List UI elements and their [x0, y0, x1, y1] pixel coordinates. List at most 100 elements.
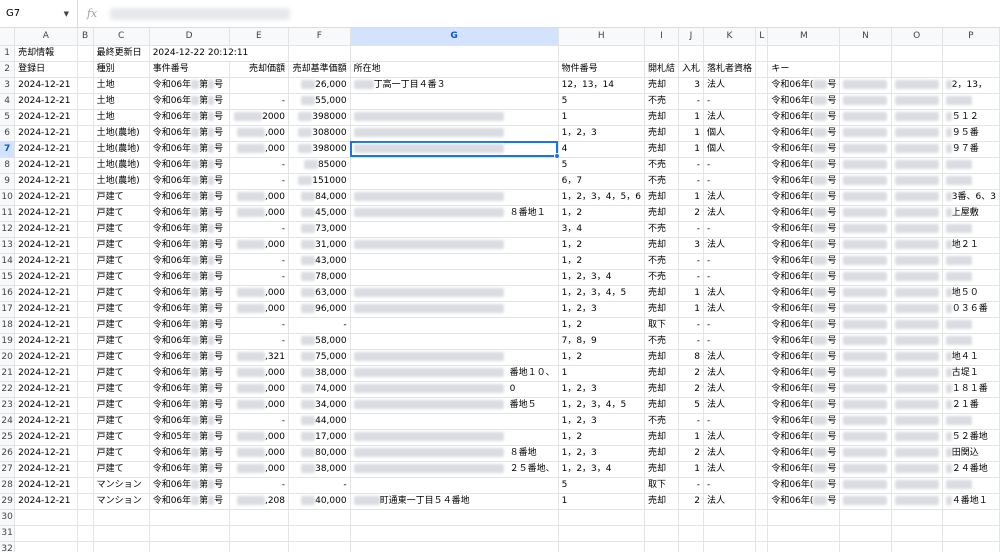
- row-header-7[interactable]: 7: [0, 141, 16, 158]
- cell-bidder-type[interactable]: 法人: [703, 365, 757, 382]
- cell-p[interactable]: [942, 173, 1000, 190]
- cell-case-number[interactable]: 令和06年第号: [149, 301, 230, 318]
- cell-item-number[interactable]: 1，2，3，4，5: [558, 397, 645, 414]
- cell[interactable]: [644, 45, 679, 62]
- cell[interactable]: [77, 509, 94, 526]
- cell-bids[interactable]: -: [678, 221, 705, 238]
- cell-bidder-type[interactable]: -: [703, 317, 757, 334]
- cell-type[interactable]: 戸建て: [93, 189, 150, 206]
- row-header-9[interactable]: 9: [0, 173, 16, 190]
- cell-location[interactable]: [350, 317, 559, 334]
- cell-bids[interactable]: 3: [678, 77, 705, 94]
- column-header-i[interactable]: I: [644, 28, 679, 46]
- cell[interactable]: [942, 45, 1000, 62]
- chevron-down-icon[interactable]: ▼: [64, 10, 69, 18]
- cell[interactable]: [891, 109, 943, 126]
- row-header-6[interactable]: 6: [0, 125, 16, 142]
- cell-sale-price[interactable]: 2000: [229, 109, 290, 126]
- row-header-31[interactable]: 31: [0, 525, 16, 542]
- cell[interactable]: [891, 45, 943, 62]
- row-header-19[interactable]: 19: [0, 333, 16, 350]
- cell-sale-price[interactable]: ,000: [229, 237, 290, 254]
- column-title[interactable]: 所在地: [350, 61, 559, 78]
- cell-key[interactable]: 令和06年(号: [767, 349, 841, 366]
- cell-bids[interactable]: -: [678, 253, 705, 270]
- cell-bids[interactable]: 3: [678, 237, 705, 254]
- cell[interactable]: [891, 285, 943, 302]
- cell-key[interactable]: 令和06年(号: [767, 477, 841, 494]
- cell-base-price[interactable]: 43,000: [288, 253, 351, 270]
- column-header-m[interactable]: M: [767, 28, 841, 46]
- cell-type[interactable]: 戸建て: [93, 381, 150, 398]
- cell-case-number[interactable]: 令和06年第号: [149, 221, 230, 238]
- cell-item-number[interactable]: 1，2: [558, 317, 645, 334]
- cell-location[interactable]: [350, 237, 559, 254]
- cell-p[interactable]: 古堤１: [942, 365, 1000, 382]
- cell[interactable]: [77, 77, 94, 94]
- row-header-17[interactable]: 17: [0, 301, 16, 318]
- cell[interactable]: [703, 541, 757, 552]
- cell-result[interactable]: 売却: [644, 301, 679, 318]
- cell-p[interactable]: ９５番: [942, 125, 1000, 142]
- cell-location[interactable]: ２５番地、: [350, 461, 559, 478]
- cell[interactable]: [755, 541, 769, 552]
- cell-bidder-type[interactable]: 法人: [703, 285, 757, 302]
- cell-p[interactable]: 3番、6、3: [942, 189, 1000, 206]
- cell-p[interactable]: [942, 413, 1000, 430]
- cell-location[interactable]: [350, 173, 559, 190]
- cell-result[interactable]: 売却: [644, 189, 679, 206]
- cell[interactable]: [891, 317, 943, 334]
- cell-type[interactable]: 戸建て: [93, 221, 150, 238]
- cell-type[interactable]: 戸建て: [93, 333, 150, 350]
- row-header-23[interactable]: 23: [0, 397, 16, 414]
- cell-result[interactable]: 売却: [644, 381, 679, 398]
- cell-p[interactable]: [942, 221, 1000, 238]
- cell[interactable]: [839, 221, 892, 238]
- cell[interactable]: [77, 525, 94, 542]
- cell-bids[interactable]: 2: [678, 493, 705, 510]
- cell-bidder-type[interactable]: 法人: [703, 301, 757, 318]
- cell-result[interactable]: 売却: [644, 429, 679, 446]
- cell[interactable]: [755, 141, 769, 158]
- cell-sale-price[interactable]: ,000: [229, 301, 290, 318]
- cell-bids[interactable]: -: [678, 333, 705, 350]
- cell[interactable]: [558, 525, 645, 542]
- cell[interactable]: [755, 461, 769, 478]
- column-title[interactable]: 落札者資格: [703, 61, 757, 78]
- cell-item-number[interactable]: 1，2，3: [558, 301, 645, 318]
- cell-case-number[interactable]: 令和06年第号: [149, 477, 230, 494]
- cell-key[interactable]: 令和06年(号: [767, 109, 841, 126]
- cell-result[interactable]: 取下: [644, 477, 679, 494]
- cell-bidder-type[interactable]: 個人: [703, 141, 757, 158]
- cell-date[interactable]: 2024-12-21: [14, 205, 78, 222]
- cell-base-price[interactable]: 80,000: [288, 445, 351, 462]
- cell[interactable]: [891, 125, 943, 142]
- cell-p[interactable]: ９７番: [942, 141, 1000, 158]
- cell-type[interactable]: 土地(農地): [93, 125, 150, 142]
- cell-base-price[interactable]: 34,000: [288, 397, 351, 414]
- cell-key[interactable]: 令和06年(号: [767, 301, 841, 318]
- cell-bidder-type[interactable]: -: [703, 157, 757, 174]
- cell-p[interactable]: ２１番: [942, 397, 1000, 414]
- cell[interactable]: [77, 381, 94, 398]
- cell-base-price[interactable]: 398000: [288, 141, 351, 158]
- cell-bids[interactable]: 5: [678, 397, 705, 414]
- cell[interactable]: [767, 541, 841, 552]
- name-box[interactable]: G7 ▼: [0, 0, 78, 27]
- cell[interactable]: [755, 269, 769, 286]
- cell[interactable]: [891, 269, 943, 286]
- cell[interactable]: [839, 493, 892, 510]
- formula-input[interactable]: [106, 0, 1000, 27]
- cell-bidder-type[interactable]: 法人: [703, 205, 757, 222]
- cell-item-number[interactable]: 5: [558, 93, 645, 110]
- cell[interactable]: [77, 429, 94, 446]
- cell-type[interactable]: 戸建て: [93, 253, 150, 270]
- cell-item-number[interactable]: 1，2，3: [558, 125, 645, 142]
- cell-key[interactable]: 令和06年(号: [767, 93, 841, 110]
- cell-sale-price[interactable]: [229, 77, 290, 94]
- cell-base-price[interactable]: 38,000: [288, 461, 351, 478]
- cell-sale-price[interactable]: ,000: [229, 205, 290, 222]
- cell-bids[interactable]: 1: [678, 189, 705, 206]
- cell-case-number[interactable]: 令和06年第号: [149, 125, 230, 142]
- cell-date[interactable]: 2024-12-21: [14, 333, 78, 350]
